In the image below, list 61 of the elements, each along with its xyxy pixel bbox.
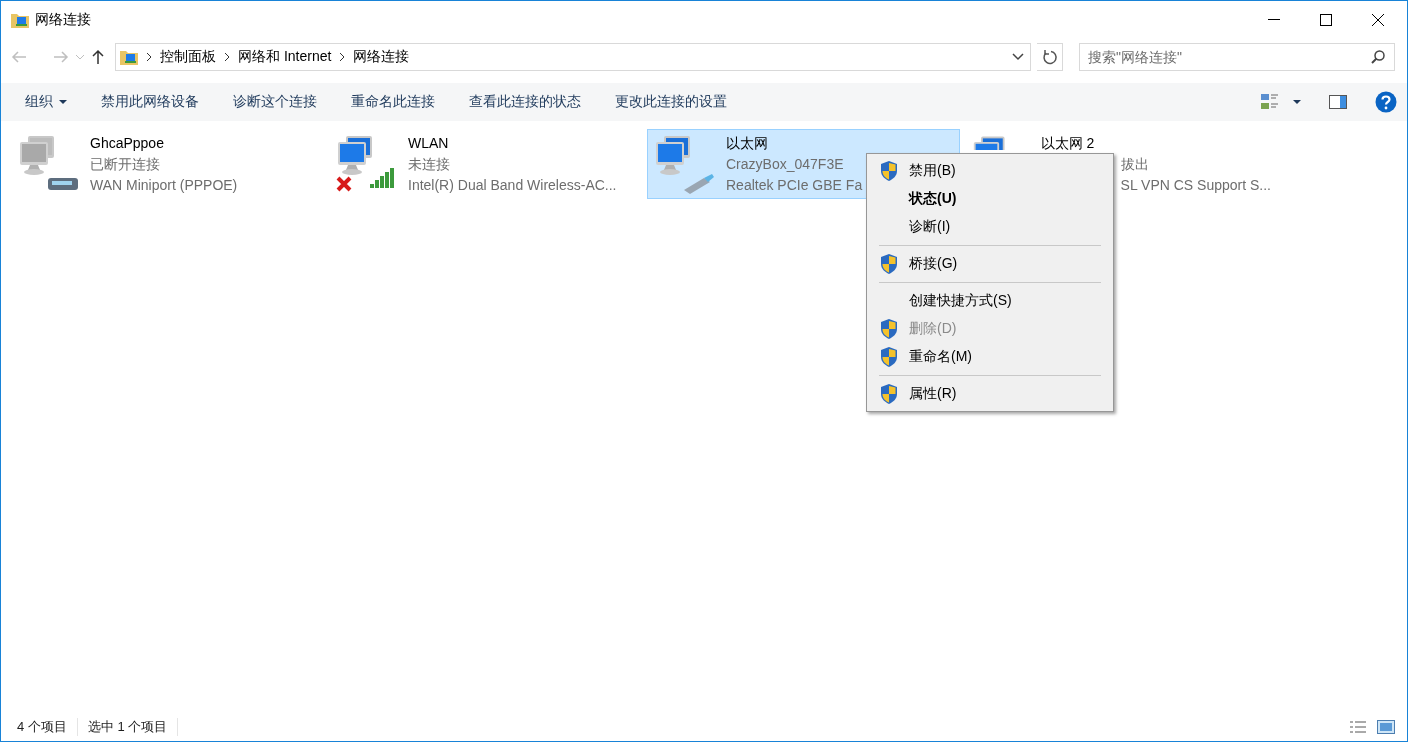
chevron-right-icon	[224, 52, 230, 62]
computer-cable-icon	[654, 134, 716, 194]
back-arrow-icon[interactable]	[11, 50, 27, 64]
maximize-icon	[1320, 14, 1332, 26]
address-bar[interactable]: 控制面板 网络和 Internet 网络连接	[115, 43, 1031, 71]
search-field[interactable]: 搜索"网络连接"	[1079, 43, 1395, 71]
network-folder-icon	[11, 12, 29, 28]
breadcrumb[interactable]: 网络和 Internet	[238, 48, 332, 66]
shield-icon	[879, 160, 899, 182]
chevron-right-icon	[339, 52, 346, 62]
toolbar-command[interactable]: 诊断这个连接	[221, 89, 329, 115]
network-folder-icon	[120, 49, 138, 65]
breadcrumb[interactable]: 控制面板	[160, 48, 216, 66]
toolbar-command[interactable]: 更改此连接的设置	[603, 89, 739, 115]
menu-item[interactable]: 创建快捷方式(S)	[867, 287, 1113, 315]
connection-status: 已断开连接	[90, 155, 161, 174]
connection-device: Realtek PCIe GBE Fa	[726, 176, 863, 195]
menu-item[interactable]: 桥接(G)	[867, 250, 1113, 278]
item-count: 4 个项目	[17, 718, 78, 736]
connection-name: 以太网 2	[1040, 134, 1096, 153]
chevron-down-icon[interactable]	[1012, 53, 1024, 61]
shield-icon	[879, 253, 899, 275]
menu-item[interactable]: 诊断(I)	[867, 213, 1113, 241]
close-icon	[1372, 14, 1384, 26]
connection-device: Intel(R) Dual Band Wireless-AC...	[408, 176, 617, 195]
connection-item[interactable]: WLAN 未连接 Intel(R) Dual Band Wireless-AC...	[329, 129, 642, 199]
connection-device: SL VPN CS Support S...	[1120, 176, 1271, 195]
connection-name: WLAN	[408, 134, 450, 153]
shield-icon	[879, 383, 899, 405]
help-icon[interactable]	[1375, 91, 1397, 113]
large-icons-view-icon[interactable]	[1377, 720, 1395, 734]
selection-count: 选中 1 个项目	[87, 718, 179, 736]
connection-name: 以太网	[726, 134, 769, 153]
connection-name: GhcaPppoe	[90, 134, 165, 153]
caret-icon[interactable]	[1293, 100, 1301, 104]
refresh-icon	[1041, 49, 1058, 65]
view-options-icon[interactable]	[1261, 93, 1279, 111]
shield-icon	[879, 318, 899, 340]
connection-status: CrazyBox_047F3E	[726, 155, 845, 174]
refresh-button[interactable]	[1037, 43, 1063, 71]
shield-icon	[879, 346, 899, 368]
chevron-right-icon	[146, 52, 152, 62]
menu-item[interactable]: 重命名(M)	[867, 343, 1113, 371]
minimize-icon	[1268, 19, 1280, 21]
connection-status: 未连接	[408, 155, 451, 174]
toolbar-command[interactable]: 禁用此网络设备	[89, 89, 211, 115]
toolbar-command[interactable]: 重命名此连接	[339, 89, 447, 115]
connection-status: 拔出	[1120, 155, 1150, 174]
menu-item[interactable]: 属性(R)	[867, 380, 1113, 408]
caret-icon	[59, 100, 67, 104]
organize-menu-button[interactable]: 组织	[13, 89, 79, 115]
connection-item[interactable]: GhcaPppoe 已断开连接 WAN Miniport (PPPOE)	[11, 129, 324, 199]
preview-pane-icon[interactable]	[1329, 95, 1347, 109]
window-title: 网络连接	[35, 11, 92, 29]
forward-arrow-icon[interactable]	[53, 50, 69, 64]
connection-device: WAN Miniport (PPPOE)	[90, 176, 238, 195]
search-icon	[1371, 50, 1385, 64]
breadcrumb[interactable]: 网络连接	[353, 48, 410, 66]
details-view-icon[interactable]	[1349, 720, 1367, 734]
up-arrow-icon[interactable]	[91, 49, 105, 65]
toolbar-command[interactable]: 查看此连接的状态	[457, 89, 593, 115]
